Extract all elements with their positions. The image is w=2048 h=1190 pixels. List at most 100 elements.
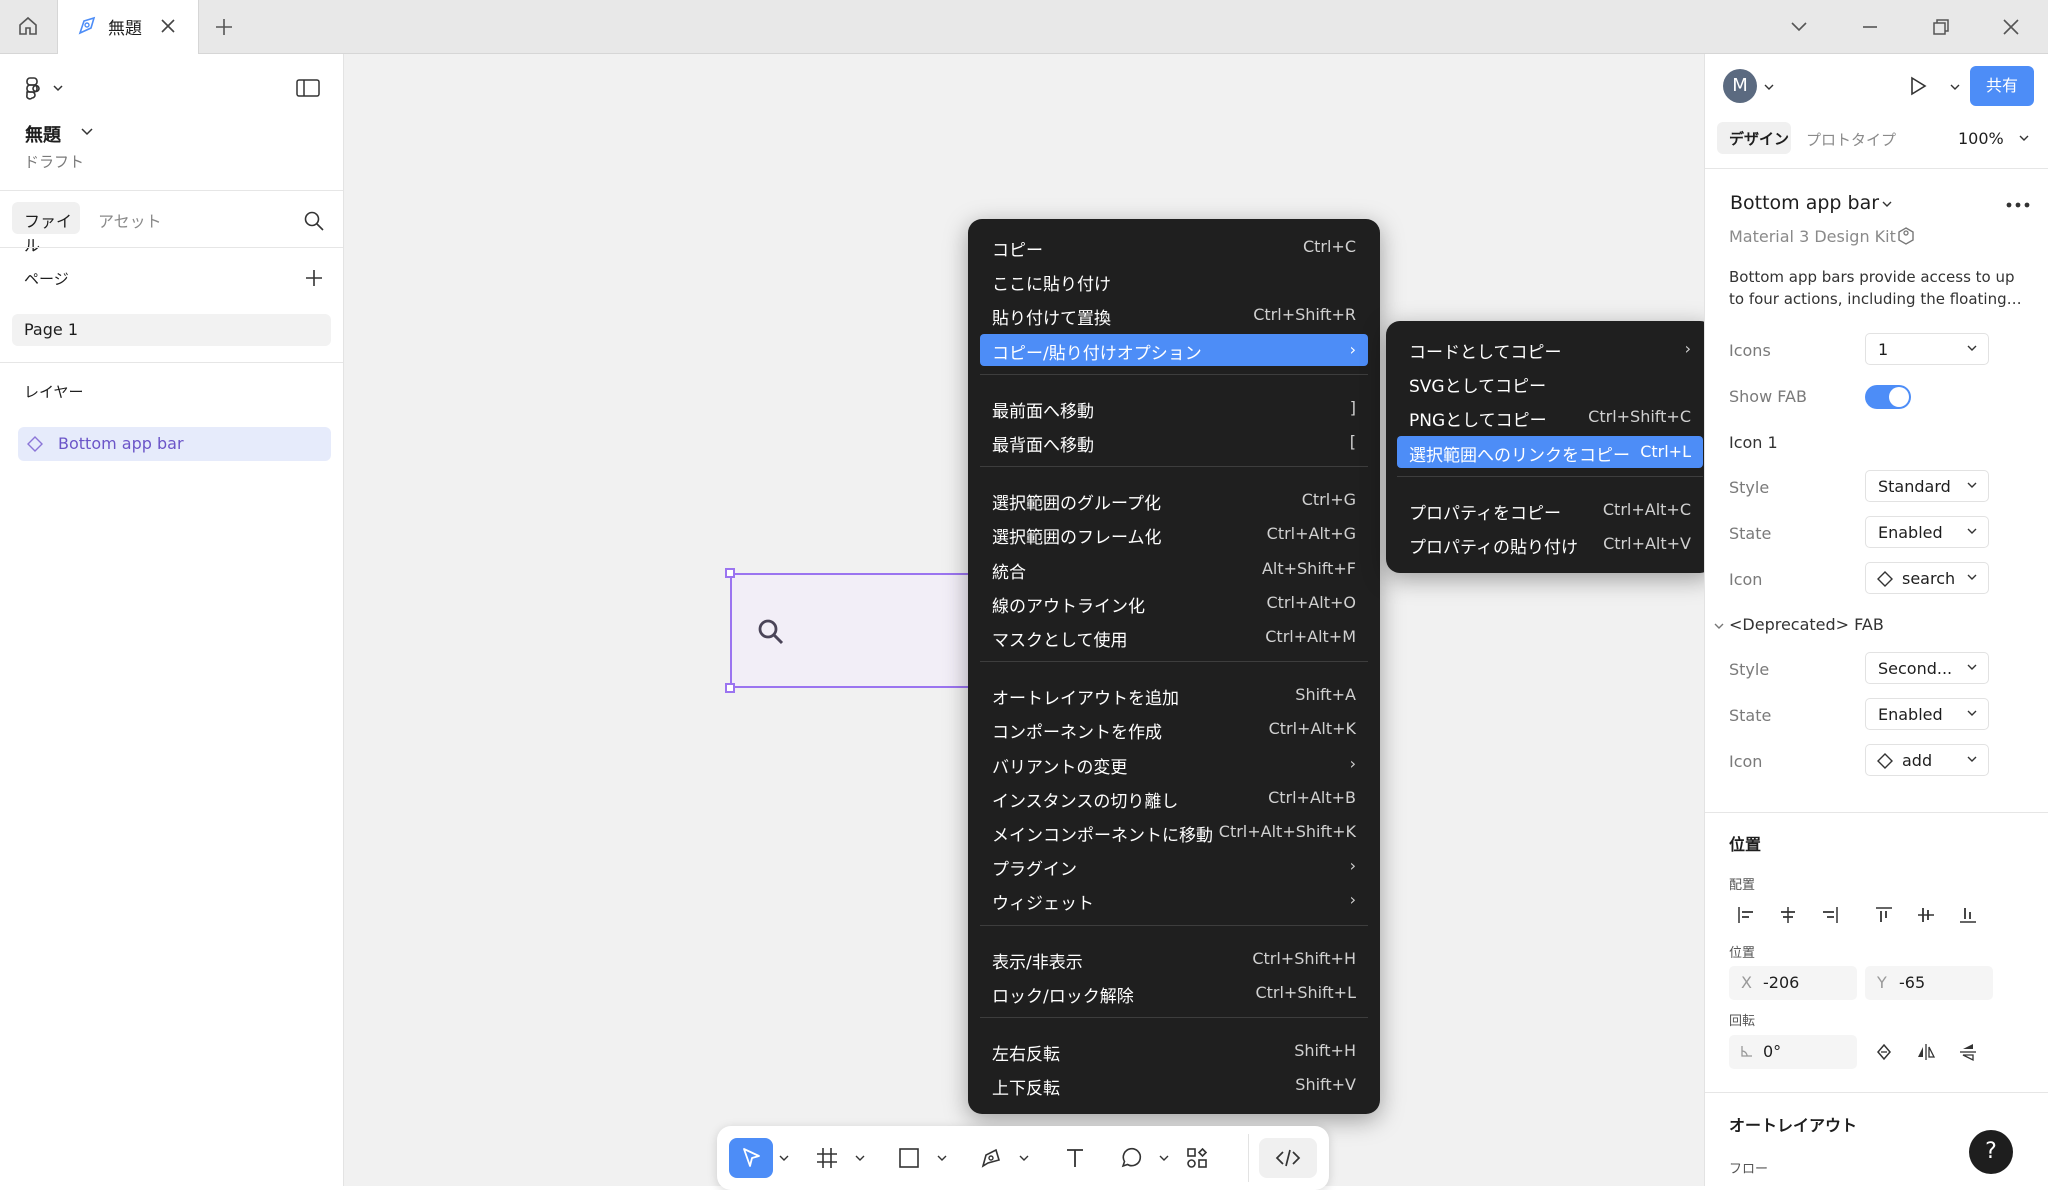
dev-mode-button[interactable]: [1259, 1138, 1317, 1178]
pen-tool-chevron-icon[interactable]: [1015, 1138, 1033, 1178]
menu-item[interactable]: コードとしてコピー ›: [1397, 333, 1703, 365]
menu-item[interactable]: 選択範囲へのリンクをコピー Ctrl+L: [1397, 435, 1703, 468]
align-middle-icon[interactable]: [1909, 898, 1943, 932]
menu-item[interactable]: マスクとして使用 Ctrl+Alt+M: [980, 621, 1368, 653]
menu-item[interactable]: コピー/貼り付けオプション ›: [980, 333, 1368, 366]
menu-item[interactable]: 統合 Alt+Shift+F: [980, 553, 1368, 585]
component-title[interactable]: Bottom app bar: [1730, 192, 1879, 214]
chevron-down-icon[interactable]: [1788, 18, 1810, 36]
resize-handle[interactable]: [725, 568, 735, 578]
menu-item[interactable]: 選択範囲のグループ化 Ctrl+G: [980, 484, 1368, 516]
icon-select[interactable]: search: [1865, 562, 1989, 594]
rectangle-tool-button[interactable]: [887, 1138, 931, 1178]
resize-handle[interactable]: [725, 683, 735, 693]
flip-vertical-icon[interactable]: [1951, 1035, 1985, 1069]
frame-tool-chevron-icon[interactable]: [851, 1138, 869, 1178]
rotation-input[interactable]: 0°: [1729, 1035, 1857, 1069]
menu-item[interactable]: 貼り付けて置換 Ctrl+Shift+R: [980, 299, 1368, 331]
menu-item[interactable]: 線のアウトライン化 Ctrl+Alt+O: [980, 587, 1368, 619]
menu-item[interactable]: プロパティの貼り付け Ctrl+Alt+V: [1397, 528, 1703, 560]
zoom-chevron-icon[interactable]: [2018, 133, 2030, 143]
restore-icon[interactable]: [1930, 16, 1952, 38]
menu-item[interactable]: オートレイアウトを追加 Shift+A: [980, 679, 1368, 711]
menu-item[interactable]: 左右反転 Shift+H: [980, 1035, 1368, 1067]
sidebar-toggle-icon[interactable]: [296, 78, 320, 98]
main-menu-button[interactable]: [24, 76, 66, 102]
tab-prototype[interactable]: プロトタイプ: [1806, 129, 1896, 150]
menu-item[interactable]: 表示/非表示 Ctrl+Shift+H: [980, 943, 1368, 975]
file-name-chevron-icon[interactable]: [80, 126, 94, 138]
shape-tool-chevron-icon[interactable]: [933, 1138, 951, 1178]
file-tab[interactable]: 無題: [57, 0, 199, 54]
align-left-icon[interactable]: [1729, 898, 1763, 932]
tab-design[interactable]: デザイン: [1717, 122, 1791, 154]
library-icon[interactable]: [1895, 225, 1917, 247]
fab-state-select[interactable]: Enabled: [1865, 698, 1989, 730]
menu-item[interactable]: PNGとしてコピー Ctrl+Shift+C: [1397, 401, 1703, 433]
menu-item[interactable]: コピー Ctrl+C: [980, 231, 1368, 263]
layer-item[interactable]: Bottom app bar: [18, 427, 331, 461]
menu-item[interactable]: メインコンポーネントに移動 Ctrl+Alt+Shift+K: [980, 816, 1368, 848]
new-tab-icon[interactable]: [213, 16, 235, 38]
help-button[interactable]: ?: [1969, 1130, 2013, 1174]
x-position-input[interactable]: X -206: [1729, 966, 1857, 1000]
menu-item[interactable]: SVGとしてコピー: [1397, 367, 1703, 399]
align-bottom-icon[interactable]: [1951, 898, 1985, 932]
text-tool-button[interactable]: [1053, 1138, 1097, 1178]
menu-item[interactable]: コンポーネントを作成 Ctrl+Alt+K: [980, 713, 1368, 745]
style-select[interactable]: Standard: [1865, 470, 1989, 502]
avatar-chevron-icon[interactable]: [1763, 82, 1775, 92]
comment-tool-chevron-icon[interactable]: [1155, 1138, 1173, 1178]
selected-component[interactable]: [730, 573, 970, 688]
menu-item-shortcut: Ctrl+Shift+C: [1588, 407, 1691, 427]
y-position-input[interactable]: Y -65: [1865, 966, 1993, 1000]
resources-icon: [1185, 1146, 1209, 1170]
menu-item[interactable]: ウィジェット ›: [980, 884, 1368, 916]
comment-tool-button[interactable]: [1109, 1138, 1153, 1178]
page-item[interactable]: Page 1: [12, 314, 331, 346]
tab-assets[interactable]: アセット: [98, 208, 162, 232]
frame-tool-button[interactable]: [805, 1138, 849, 1178]
menu-item[interactable]: プラグイン ›: [980, 850, 1368, 882]
add-page-icon[interactable]: [303, 267, 325, 289]
pen-tool-button[interactable]: [969, 1138, 1013, 1178]
tab-files[interactable]: ファイル: [12, 202, 80, 255]
menu-item-label: コピー: [992, 241, 1043, 261]
menu-item[interactable]: バリアントの変更 ›: [980, 748, 1368, 780]
collapse-chevron-icon[interactable]: [1713, 620, 1725, 632]
align-center-icon[interactable]: [1771, 898, 1805, 932]
menu-item[interactable]: 最背面へ移動 [: [980, 426, 1368, 458]
menu-item[interactable]: ロック/ロック解除 Ctrl+Shift+L: [980, 977, 1368, 1009]
menu-item[interactable]: 選択範囲のフレーム化 Ctrl+Alt+G: [980, 518, 1368, 550]
align-top-icon[interactable]: [1867, 898, 1901, 932]
move-tool-button[interactable]: [729, 1138, 773, 1178]
menu-item[interactable]: ここに貼り付け: [980, 265, 1368, 297]
search-icon[interactable]: [303, 210, 325, 232]
avatar[interactable]: M: [1723, 69, 1757, 103]
icons-select[interactable]: 1: [1865, 333, 1989, 365]
play-icon[interactable]: [1907, 75, 1929, 97]
menu-item[interactable]: 最前面へ移動]: [980, 392, 1368, 424]
rotate-90-icon[interactable]: [1867, 1035, 1901, 1069]
resources-tool-button[interactable]: [1175, 1138, 1219, 1178]
close-tab-icon[interactable]: [158, 16, 178, 36]
fab-icon-select[interactable]: add: [1865, 744, 1989, 776]
minimize-icon[interactable]: [1859, 16, 1881, 38]
present-chevron-icon[interactable]: [1949, 82, 1961, 92]
fab-style-select[interactable]: Second...: [1865, 652, 1989, 684]
menu-item[interactable]: プロパティをコピー Ctrl+Alt+C: [1397, 494, 1703, 526]
menu-item[interactable]: インスタンスの切り離し Ctrl+Alt+B: [980, 782, 1368, 814]
close-window-icon[interactable]: [2000, 16, 2022, 38]
menu-item[interactable]: 上下反転 Shift+V: [980, 1069, 1368, 1101]
file-name[interactable]: 無題: [25, 121, 61, 147]
show-fab-toggle[interactable]: [1865, 385, 1911, 409]
state-select[interactable]: Enabled: [1865, 516, 1989, 548]
zoom-level[interactable]: 100%: [1958, 129, 2004, 148]
align-right-icon[interactable]: [1813, 898, 1847, 932]
component-title-chevron-icon[interactable]: [1881, 199, 1893, 209]
flip-horizontal-icon[interactable]: [1909, 1035, 1943, 1069]
share-button[interactable]: 共有: [1970, 66, 2034, 106]
move-tool-chevron-icon[interactable]: [775, 1138, 793, 1178]
home-icon[interactable]: [16, 14, 40, 38]
more-options-icon[interactable]: [2005, 198, 2031, 212]
